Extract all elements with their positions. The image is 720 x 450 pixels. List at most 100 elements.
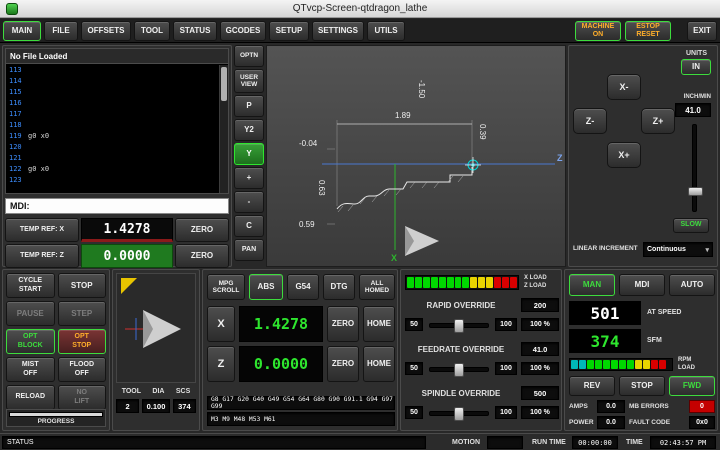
view-y-button[interactable]: Y [234,143,264,165]
tool-values: 2 0.100 374 [116,399,196,413]
rapid-pct: 100 % [521,318,559,331]
flood-button[interactable]: FLOOD OFF [58,357,107,382]
g54-button[interactable]: G54 [287,274,319,300]
mist-button[interactable]: MIST OFF [6,357,55,382]
overrides-panel: X LOAD Z LOAD RAPID OVERRIDE 200 50 100 … [400,269,562,431]
jog-z-minus-button[interactable]: Z- [573,108,607,134]
tool-label: TOOL [122,388,141,395]
machine-on-button[interactable]: MACHINE ON [575,21,621,41]
zoom-in-button[interactable]: + [234,167,264,189]
mpg-scroll-button[interactable]: MPG SCROLL [207,274,245,300]
temp-ref-x-zero-button[interactable]: ZERO [175,218,229,242]
view-y2-button[interactable]: Y2 [234,119,264,141]
auto-mode-button[interactable]: AUTO [669,274,715,296]
at-speed-label: AT SPEED [647,309,682,316]
gcode-line: 116 [6,98,218,109]
tab-utils[interactable]: UTILS [367,21,405,41]
tool-labels: TOOL DIA SCS [116,388,196,395]
spindle-override-value: 500 [521,386,559,400]
spindle-rev-button[interactable]: REV [569,376,615,396]
tab-status[interactable]: STATUS [173,21,217,41]
view-pan-button[interactable]: PAN [234,239,264,261]
tab-gcodes[interactable]: GCODES [220,21,266,41]
motion-value [487,436,523,449]
view-user-view-button[interactable]: USER VIEW [234,69,264,93]
mdi-mode-button[interactable]: MDI [619,274,665,296]
feedrate-pct: 100 % [521,362,559,375]
axis-z-button[interactable]: Z [207,346,235,382]
part-profile [337,167,472,209]
jog-rate-slider[interactable] [692,124,697,212]
profile-hatching [338,176,463,212]
temp-ref-x-button[interactable]: TEMP REF: X [5,218,79,242]
gcode-scrollbar-thumb[interactable] [221,67,227,101]
step-button[interactable]: STEP [58,301,107,326]
rapid-override-thumb[interactable] [454,319,464,333]
cycle-start-button[interactable]: CYCLE START [6,273,55,298]
mdi-entry[interactable]: MDI: [5,198,229,214]
time-label: TIME [626,439,643,446]
tab-main[interactable]: MAIN [3,21,41,41]
spindle-fwd-button[interactable]: FWD [669,376,715,396]
runtime-label: RUN TIME [532,439,566,446]
temp-ref-z-zero-button[interactable]: ZERO [175,244,229,268]
home-x-button[interactable]: HOME [363,306,395,342]
spindle-override-thumb[interactable] [454,407,464,421]
man-mode-button[interactable]: MAN [569,274,615,296]
gcode-line: 121 [6,153,218,164]
gremlin-preview[interactable]: 1.89 0.39 -1.50 -0.04 0.63 0.59 Z X [266,45,566,267]
spindle-stop-button[interactable]: STOP [619,376,665,396]
main-window: QTvcp-Screen-qtdragon_lathe MAIN FILE OF… [0,0,720,450]
dtg-button[interactable]: DTG [323,274,355,300]
opt-stop-button[interactable]: OPT STOP [58,329,107,354]
tab-offsets[interactable]: OFFSETS [81,21,131,41]
reload-button[interactable]: RELOAD [6,385,55,410]
runtime-value: 00:00:00 [572,436,618,449]
stop-button[interactable]: STOP [58,273,107,298]
tab-setup[interactable]: SETUP [269,21,309,41]
estop-reset-button[interactable]: ESTOP RESET [625,21,671,41]
jog-x-minus-button[interactable]: X- [607,74,641,100]
units-in-button[interactable]: IN [681,59,711,75]
view-optn-button[interactable]: OPTN [234,45,264,67]
exit-button[interactable]: EXIT [687,21,717,41]
tab-settings[interactable]: SETTINGS [312,21,364,41]
abs-button[interactable]: ABS [249,274,283,300]
all-homed-button[interactable]: ALL HOMED [359,274,395,300]
opt-block-button[interactable]: OPT BLOCK [6,329,55,354]
gcode-line: 120 [6,142,218,153]
spindle-override-slider[interactable] [429,411,489,416]
feedrate-override-thumb[interactable] [454,363,464,377]
statusbar: STATUS MOTION RUN TIME 00:00:00 TIME 02:… [0,433,720,450]
x-load-label: X LOAD [524,275,547,281]
temp-ref-z-button[interactable]: TEMP REF: Z [5,244,79,268]
jog-x-plus-button[interactable]: X+ [607,142,641,168]
axis-x-button[interactable]: X [207,306,235,342]
spindle-load-meter [569,358,673,371]
view-c-button[interactable]: C [234,215,264,237]
tab-file[interactable]: FILE [44,21,78,41]
active-gcodes: G8 G17 G20 G40 G49 G54 G64 G80 G90 G91.1… [207,396,395,410]
sfm-value: 374 [569,329,641,353]
progress-bar [9,412,103,417]
dim-x-mid: 0.63 [317,180,326,196]
view-p-button[interactable]: P [234,95,264,117]
gcode-line: 122g0 x0 [6,164,218,175]
zoom-out-button[interactable]: - [234,191,264,213]
home-z-button[interactable]: HOME [363,346,395,382]
gcode-file-view[interactable]: No File Loaded 113 114 115 116 117 118 1… [5,48,229,194]
slow-button[interactable]: SLOW [673,218,709,233]
pause-button[interactable]: PAUSE [6,301,55,326]
units-label: UNITS [686,50,707,57]
linear-increment-select[interactable]: Continuous ▾ [643,242,713,257]
no-lift-button[interactable]: NO LIFT [58,385,107,410]
jog-rate-slider-thumb[interactable] [688,187,703,196]
gcode-scrollbar[interactable] [219,65,228,193]
power-value: 0.0 [597,416,625,429]
zero-z-button[interactable]: ZERO [327,346,359,382]
jog-z-plus-button[interactable]: Z+ [641,108,675,134]
rapid-override-slider[interactable] [429,323,489,328]
feedrate-override-slider[interactable] [429,367,489,372]
zero-x-button[interactable]: ZERO [327,306,359,342]
tab-tool[interactable]: TOOL [134,21,170,41]
